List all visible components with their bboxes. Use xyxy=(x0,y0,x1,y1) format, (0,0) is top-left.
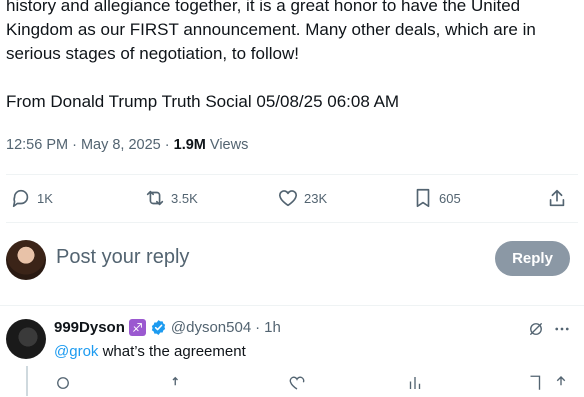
reply-header: 999Dyson ♐ @dyson504 · 1h xyxy=(54,319,281,336)
tweet-line: Kingdom as our FIRST announcement. Many … xyxy=(6,20,536,39)
repost-action-button[interactable]: 3.5K xyxy=(144,180,198,216)
like-count: 23K xyxy=(304,190,328,206)
reply-actions xyxy=(0,374,584,390)
more-options-icon[interactable] xyxy=(553,320,571,338)
grok-icon[interactable] xyxy=(527,320,545,338)
share-button[interactable] xyxy=(546,180,568,216)
sagittarius-emoji-icon: ♐ xyxy=(128,319,146,336)
views-label: Views xyxy=(205,137,249,153)
tweet-timestamp[interactable]: 12:56 PM · May 8, 2025 · xyxy=(6,137,174,153)
tweet-source-line: From Donald Trump Truth Social 05/08/25 … xyxy=(6,92,400,111)
mention-link[interactable]: @grok xyxy=(54,343,98,360)
tweet-line: serious stages of negotiation, to follow… xyxy=(6,44,299,63)
separator: · xyxy=(255,319,261,336)
reply-button[interactable]: Reply xyxy=(495,241,570,276)
reply-icon[interactable] xyxy=(54,374,72,389)
tweet-text: history and allegiance together, it is a… xyxy=(6,0,576,114)
bookmark-icon xyxy=(416,188,430,208)
share-icon[interactable] xyxy=(552,374,570,388)
repost-icon[interactable] xyxy=(170,374,188,388)
share-icon xyxy=(549,189,565,207)
bookmark-count: 605 xyxy=(439,190,461,206)
views-count: 1.9M xyxy=(173,137,206,153)
repost-count: 3.5K xyxy=(171,190,198,206)
heart-icon[interactable] xyxy=(288,374,306,390)
display-name[interactable]: 999Dyson xyxy=(54,319,125,336)
reply-action-button[interactable]: 1K xyxy=(10,180,53,216)
reply-text: @grok what’s the agreement xyxy=(54,343,246,360)
tweet-actions: 1K 3.5K 23K 605 xyxy=(0,180,584,216)
avatar[interactable] xyxy=(6,240,46,280)
repost-icon xyxy=(146,190,164,206)
bookmark-icon[interactable] xyxy=(526,374,544,390)
reply-body: what’s the agreement xyxy=(98,343,246,360)
tweet-line: history and allegiance together, it is a… xyxy=(6,0,521,15)
bookmark-action-button[interactable]: 605 xyxy=(412,180,461,216)
verified-badge-icon xyxy=(151,320,166,335)
reply-composer: Post your reply Reply xyxy=(0,232,584,288)
reply-input[interactable]: Post your reply xyxy=(56,246,189,269)
reply-time[interactable]: 1h xyxy=(264,319,281,336)
heart-icon xyxy=(278,190,298,207)
like-action-button[interactable]: 23K xyxy=(277,180,327,216)
handle[interactable]: @dyson504 xyxy=(171,319,251,336)
divider xyxy=(6,174,578,175)
divider xyxy=(0,305,584,306)
avatar[interactable] xyxy=(6,319,46,359)
divider xyxy=(6,222,578,223)
reply-icon xyxy=(12,189,29,208)
stats-icon[interactable] xyxy=(406,374,424,389)
reply-count: 1K xyxy=(37,190,53,206)
reply-post[interactable]: 999Dyson ♐ @dyson504 · 1h @grok what’s t… xyxy=(0,308,584,396)
tweet-meta: 12:56 PM · May 8, 2025 · 1.9M Views xyxy=(6,137,248,153)
